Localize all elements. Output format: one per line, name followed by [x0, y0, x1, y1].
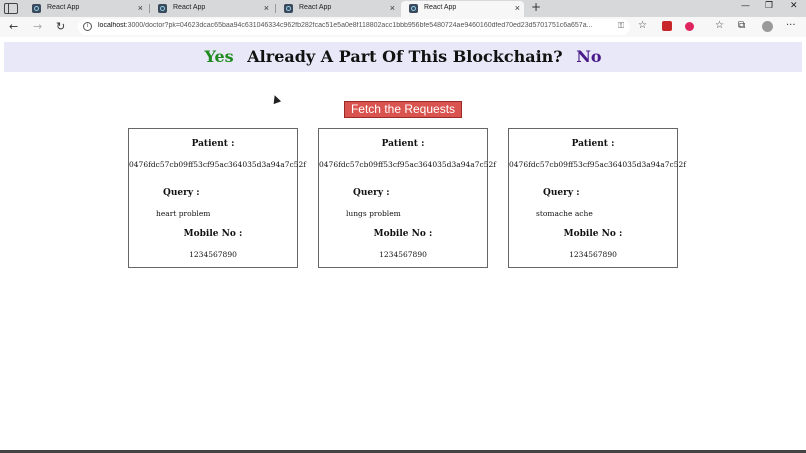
- address-bar[interactable]: i localhost:3000/doctor?pk=04623dcac65ba…: [78, 19, 630, 35]
- patient-id: 0476fdc57cb09ff53cf95ac364035d3a94a7c52f: [509, 160, 686, 169]
- patient-id: 0476fdc57cb09ff53cf95ac364035d3a94a7c52f: [319, 160, 496, 169]
- mobile-label: Mobile No :: [373, 229, 433, 239]
- patient-label: Patient :: [191, 139, 235, 149]
- more-menu-icon[interactable]: ···: [786, 20, 796, 31]
- react-favicon-icon: [409, 4, 418, 13]
- fetch-requests-button[interactable]: Fetch the Requests: [344, 101, 462, 118]
- minimize-icon[interactable]: —: [741, 1, 750, 11]
- query-text: stomache ache: [536, 209, 593, 218]
- tab-actions-icon[interactable]: [4, 3, 18, 14]
- new-tab-button[interactable]: +: [531, 0, 541, 14]
- mobile-number: 1234567890: [379, 250, 427, 259]
- back-arrow-icon[interactable]: ←: [9, 20, 18, 33]
- yes-link[interactable]: Yes: [204, 47, 233, 66]
- site-info-icon[interactable]: i: [83, 22, 92, 31]
- key-icon[interactable]: ⚿: [618, 21, 624, 31]
- url-text[interactable]: localhost:3000/doctor?pk=04623dcac65baa9…: [98, 22, 610, 29]
- request-card: Patient : 0476fdc57cb09ff53cf95ac364035d…: [318, 128, 496, 268]
- profile-avatar[interactable]: [762, 21, 773, 32]
- banner-question: Already A Part Of This Blockchain?: [247, 47, 563, 66]
- query-text: lungs problem: [346, 209, 401, 218]
- tab-close-icon[interactable]: ×: [138, 3, 143, 13]
- mouse-cursor-icon: [270, 93, 282, 105]
- extension-pink-icon[interactable]: [685, 22, 694, 31]
- tab-close-icon[interactable]: ×: [390, 3, 395, 13]
- react-favicon-icon: [158, 4, 167, 13]
- react-favicon-icon: [284, 4, 293, 13]
- query-label: Query :: [353, 188, 390, 198]
- favorite-star-icon[interactable]: ☆: [638, 20, 647, 31]
- mobile-label: Mobile No :: [563, 229, 623, 239]
- url-path: :3000/doctor?pk=04623dcac65baa94c6310463…: [125, 22, 593, 29]
- tab-close-icon[interactable]: ×: [264, 3, 269, 13]
- favorites-icon[interactable]: ☆: [715, 20, 724, 31]
- maximize-icon[interactable]: ❐: [765, 1, 773, 11]
- close-window-icon[interactable]: ✕: [790, 1, 798, 11]
- react-favicon-icon: [32, 4, 41, 13]
- tab-2[interactable]: React App ×: [150, 1, 273, 17]
- mobile-number: 1234567890: [189, 250, 237, 259]
- tab-title: React App: [173, 4, 206, 11]
- tab-1[interactable]: React App ×: [24, 1, 147, 17]
- query-label: Query :: [543, 188, 580, 198]
- tab-title: React App: [299, 4, 332, 11]
- tab-title: React App: [424, 4, 457, 11]
- tab-close-icon[interactable]: ×: [515, 3, 520, 13]
- collections-icon[interactable]: ⧉: [738, 20, 745, 31]
- tab-title: React App: [47, 4, 80, 11]
- request-card: Patient : 0476fdc57cb09ff53cf95ac364035d…: [508, 128, 686, 268]
- refresh-icon[interactable]: ↻: [56, 20, 65, 33]
- blockchain-banner: Yes Already A Part Of This Blockchain? N…: [4, 42, 802, 72]
- tab-3[interactable]: React App ×: [276, 1, 399, 17]
- url-host: localhost: [98, 22, 126, 29]
- query-text: heart problem: [156, 209, 211, 218]
- patient-id: 0476fdc57cb09ff53cf95ac364035d3a94a7c52f: [129, 160, 306, 169]
- extension-red-icon[interactable]: [662, 21, 672, 31]
- tab-4-active[interactable]: React App ×: [401, 1, 524, 17]
- query-label: Query :: [163, 188, 200, 198]
- patient-label: Patient :: [381, 139, 425, 149]
- forward-arrow-icon[interactable]: →: [33, 20, 42, 33]
- tab-bar: React App × React App × React App × Reac…: [0, 0, 806, 17]
- no-link[interactable]: No: [576, 47, 601, 66]
- mobile-number: 1234567890: [569, 250, 617, 259]
- mobile-label: Mobile No :: [183, 229, 243, 239]
- request-card: Patient : 0476fdc57cb09ff53cf95ac364035d…: [128, 128, 306, 268]
- patient-label: Patient :: [571, 139, 615, 149]
